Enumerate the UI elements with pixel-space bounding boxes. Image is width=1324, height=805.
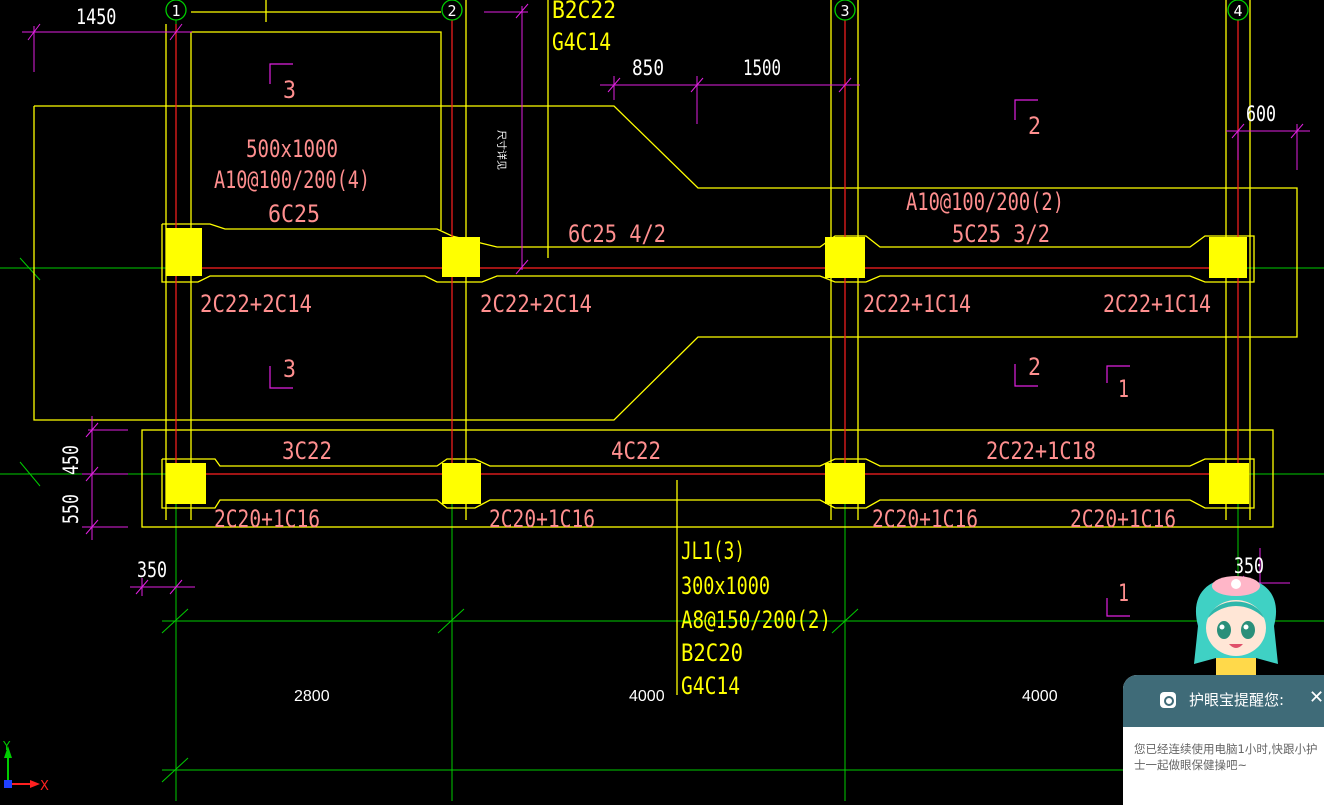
bottom-bars-1: 2C20+1C16	[214, 505, 320, 533]
section-marks	[269, 63, 1130, 617]
axis-label-2: 2	[447, 2, 456, 20]
jl1-name: JL1(3)	[681, 537, 745, 565]
jl1-size: 300x1000	[681, 572, 770, 600]
dim-1450: 1450	[76, 5, 116, 29]
dim-450: 450	[59, 445, 83, 475]
axis-label-4: 4	[1233, 2, 1242, 20]
section-number: 1	[1118, 375, 1129, 403]
column	[825, 237, 865, 278]
popup-message: 您已经连续使用电脑1小时,快跟小护 士一起做眼保健操吧~	[1134, 741, 1324, 773]
bottom-bars-2: 2C22+2C14	[480, 290, 592, 318]
eye-care-app-icon	[1160, 692, 1176, 708]
column	[1209, 237, 1247, 278]
column	[166, 228, 202, 276]
span-2800: 2800	[294, 688, 330, 705]
top-bars-span3: 2C22+1C18	[986, 437, 1096, 465]
popup-message-line: 士一起做眼保健操吧~	[1134, 758, 1248, 772]
beam-callouts: JL1(3) 300x1000 A8@150/200(2) B2C20 G4C1…	[552, 0, 831, 700]
bottom-bars-3: 2C22+1C14	[863, 290, 971, 318]
section-number: 2	[1028, 112, 1041, 140]
top-bars-span1: 3C22	[282, 437, 332, 465]
column	[166, 463, 206, 504]
axis-centerlines	[175, 0, 1239, 500]
jl1-side: G4C14	[681, 672, 740, 700]
top-bars-span2: 4C22	[611, 437, 661, 465]
dim-350: 350	[137, 558, 167, 582]
popup-message-line: 您已经连续使用电脑1小时,快跟小护	[1134, 742, 1318, 756]
top-label-side: G4C14	[552, 28, 611, 56]
section-number: 3	[283, 76, 296, 104]
dim-600: 600	[1246, 102, 1276, 126]
axis-label-3: 3	[840, 2, 849, 20]
ucs-icon: Y X	[2, 739, 49, 794]
column	[442, 237, 480, 277]
ucs-x-label: X	[40, 779, 49, 794]
top-bars-left: 6C25	[268, 200, 320, 228]
vertical-note: 尺寸详见	[495, 130, 508, 170]
bottom-bars-3: 2C20+1C16	[872, 505, 978, 533]
stirrup-left: A10@100/200(4)	[214, 166, 370, 194]
stirrup-right: A10@100/200(2)	[906, 188, 1064, 216]
popup-title: 护眼宝提醒您:	[1189, 691, 1285, 709]
lower-beam-labels: 3C22 4C22 2C22+1C18 2C20+1C16 2C20+1C16 …	[214, 437, 1176, 533]
bottom-bars-2: 2C20+1C16	[489, 505, 595, 533]
top-bars-right: 5C25 3/2	[952, 220, 1050, 248]
section-number: 2	[1028, 353, 1041, 381]
dim-850: 850	[632, 56, 664, 80]
bottom-bars-4: 2C22+1C14	[1103, 290, 1211, 318]
top-label-bottom: B2C22	[552, 0, 616, 24]
dim-1500: 1500	[743, 56, 781, 80]
section-number: 3	[283, 355, 296, 383]
top-bars-mid: 6C25 4/2	[568, 220, 666, 248]
column	[1209, 463, 1249, 504]
beam-outlines	[33, 0, 1298, 695]
column	[825, 463, 865, 504]
upper-beam-labels: 500x1000 A10@100/200(4) 6C25 6C25 4/2 A1…	[200, 135, 1211, 318]
jl1-bottom: B2C20	[681, 639, 743, 667]
axis-bubbles: 1 2 3 4	[165, 0, 1249, 21]
span-dimensions: 2800 4000 4000	[294, 688, 1058, 705]
ucs-y-label: Y	[2, 739, 11, 753]
axis-label-1: 1	[171, 2, 180, 20]
jl1-stirrup: A8@150/200(2)	[681, 606, 831, 634]
bottom-bars-4: 2C20+1C16	[1070, 505, 1176, 533]
dim-550: 550	[59, 494, 83, 524]
section-number: 1	[1118, 579, 1129, 607]
span-4000-b: 4000	[1022, 688, 1058, 705]
close-icon[interactable]: ✕	[1309, 687, 1324, 708]
eye-care-reminder-popup[interactable]: 护眼宝提醒您: ✕ 您已经连续使用电脑1小时,快跟小护 士一起做眼保健操吧~	[1123, 675, 1324, 805]
nurse-mascot-icon[interactable]	[1186, 566, 1286, 678]
beam-size: 500x1000	[246, 135, 338, 163]
popup-header: 护眼宝提醒您: ✕	[1123, 675, 1324, 727]
span-4000-a: 4000	[629, 688, 665, 705]
bottom-bars-1: 2C22+2C14	[200, 290, 312, 318]
column	[442, 463, 481, 504]
